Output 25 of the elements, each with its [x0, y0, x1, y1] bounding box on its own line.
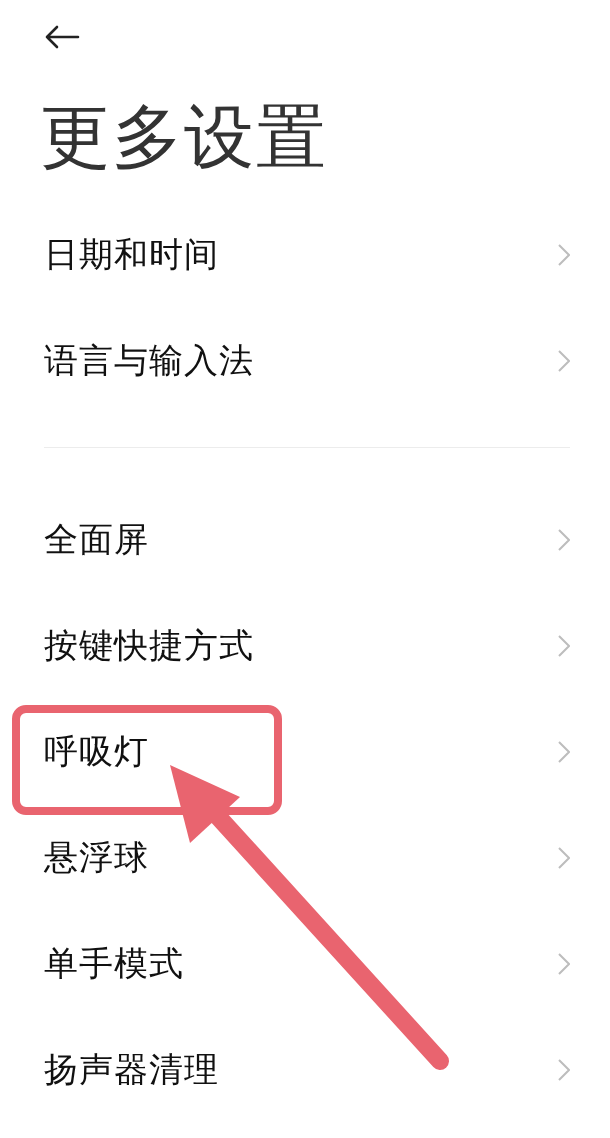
chevron-icon: [558, 528, 570, 552]
chevron-icon: [558, 243, 570, 267]
chevron-icon: [558, 634, 570, 658]
chevron-icon: [558, 740, 570, 764]
chevron-icon: [558, 846, 570, 870]
item-label: 单手模式: [44, 942, 184, 985]
chevron-icon: [558, 349, 570, 373]
item-label: 按键快捷方式: [44, 624, 254, 667]
settings-item[interactable]: 呼吸灯: [0, 699, 610, 805]
settings-item[interactable]: 语言与输入法: [0, 308, 610, 414]
item-label: 全面屏: [44, 518, 149, 561]
settings-item[interactable]: 悬浮球: [0, 805, 610, 911]
settings-item[interactable]: 扬声器清理: [0, 1017, 610, 1123]
chevron-icon: [558, 952, 570, 976]
chevron-icon: [558, 1058, 570, 1082]
item-label: 呼吸灯: [44, 730, 149, 773]
item-label: 日期和时间: [44, 233, 219, 276]
page-title: 更多设置: [39, 95, 329, 180]
settings-item[interactable]: 按键快捷方式: [0, 593, 610, 699]
item-label: 悬浮球: [44, 836, 149, 879]
settings-item[interactable]: 单手模式: [0, 911, 610, 1017]
settings-item[interactable]: 全面屏: [0, 487, 610, 593]
settings-item[interactable]: 日期和时间: [0, 202, 610, 308]
item-label: 扬声器清理: [44, 1048, 219, 1091]
item-label: 语言与输入法: [44, 339, 254, 382]
